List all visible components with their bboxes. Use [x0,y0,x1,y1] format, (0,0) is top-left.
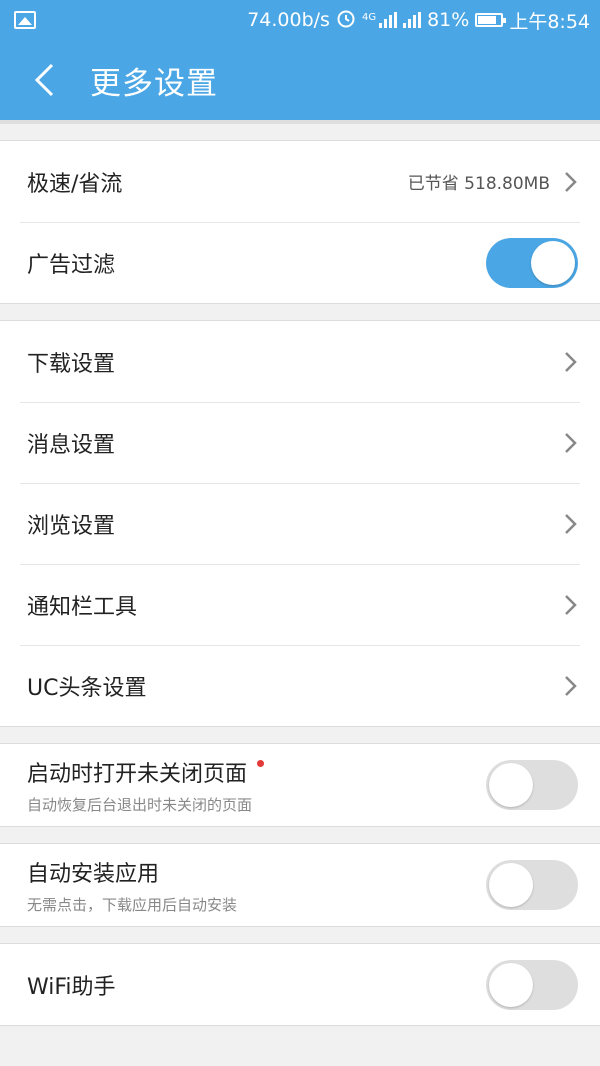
toggle-switch[interactable] [486,237,578,288]
settings-group: 启动时打开未关闭页面 自动恢复后台退出时未关闭的页面 [0,743,600,827]
gallery-icon [14,11,36,29]
settings-group: 极速/省流 已节省 518.80MB 广告过滤 [0,140,600,304]
battery-percent: 81% [427,9,470,31]
signal-icon-2 [403,12,422,28]
signal-icon: 4G [362,12,398,28]
settings-row[interactable]: 浏览设置 [0,483,600,564]
toggle-switch[interactable] [486,959,578,1010]
new-dot-badge [257,759,265,767]
row-label: 广告过滤 [27,252,116,278]
settings-row[interactable]: 启动时打开未关闭页面 自动恢复后台退出时未关闭的页面 [0,744,600,826]
back-button[interactable] [0,38,90,122]
row-label: WiFi助手 [27,974,116,1000]
chevron-right-icon [564,594,578,616]
toggle-switch[interactable] [486,860,578,910]
network-speed: 74.00b/s [247,9,330,31]
settings-group: WiFi助手 [0,943,600,1026]
row-label: UC头条设置 [27,675,147,701]
row-texts: 启动时打开未关闭页面 自动恢复后台退出时未关闭的页面 [27,756,486,815]
settings-row[interactable]: 下载设置 [0,321,600,402]
toggle-knob [531,240,575,285]
row-texts: 自动安装应用 无需点击，下载应用后自动安装 [27,856,486,915]
row-label: 自动安装应用 [27,861,160,887]
row-subtitle: 无需点击，下载应用后自动安装 [27,895,238,914]
toggle-knob [489,962,533,1007]
settings-row[interactable]: 广告过滤 [0,222,600,303]
status-bar: 74.00b/s 4G 81% 上午8:54 [0,0,600,40]
chevron-right-icon [564,351,578,373]
chevron-right-icon [564,432,578,454]
toggle-knob [489,763,533,807]
page-title: 更多设置 [90,65,218,102]
row-subtitle: 自动恢复后台退出时未关闭的页面 [27,795,253,814]
clock: 上午8:54 [509,10,590,33]
settings-row[interactable]: 极速/省流 已节省 518.80MB [0,141,600,222]
row-label: 极速/省流 [27,171,123,197]
chevron-right-icon [564,513,578,535]
toggle-switch[interactable] [486,760,578,810]
settings-group: 自动安装应用 无需点击，下载应用后自动安装 [0,843,600,927]
chevron-right-icon [564,171,578,193]
battery-icon [475,13,507,27]
row-label: 浏览设置 [27,513,116,539]
settings-row[interactable]: 通知栏工具 [0,564,600,645]
settings-row[interactable]: 消息设置 [0,402,600,483]
row-label: 启动时打开未关闭页面 [27,756,486,788]
settings-row[interactable]: UC头条设置 [0,645,600,726]
row-label: 消息设置 [27,432,116,458]
settings-row[interactable]: 自动安装应用 无需点击，下载应用后自动安装 [0,844,600,926]
settings-list: 极速/省流 已节省 518.80MB 广告过滤下载设置消息设置浏览设置通知栏工具 UC… [0,140,600,1026]
settings-row[interactable]: WiFi助手 [0,944,600,1025]
settings-group: 下载设置消息设置浏览设置通知栏工具 UC头条设置 [0,320,600,727]
row-label: 下载设置 [27,351,116,377]
alarm-icon [336,8,356,33]
toggle-knob [489,863,533,907]
row-value: 已节省 518.80MB [407,174,550,194]
chevron-right-icon [564,675,578,697]
row-label: 通知栏工具 [27,594,138,620]
back-arrow-icon [34,63,54,97]
app-bar: 更多设置 [0,40,600,124]
